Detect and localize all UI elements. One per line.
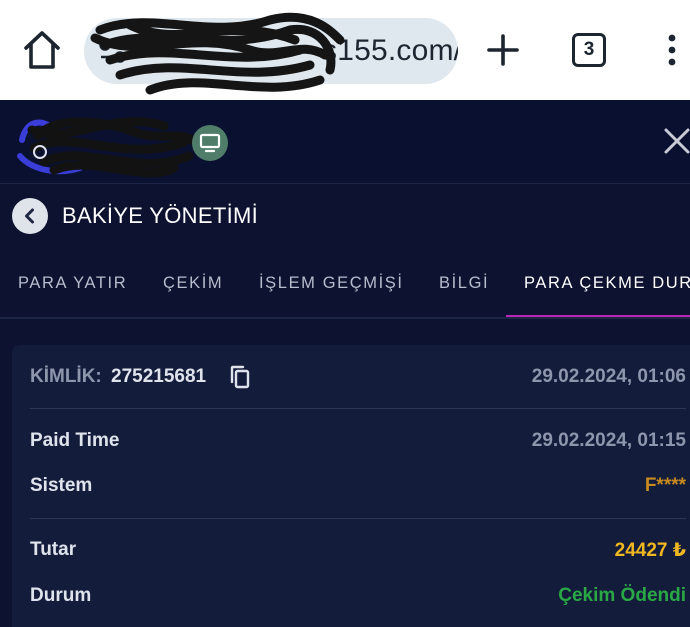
active-tab-indicator [506,315,690,317]
system-label: Sistem [30,475,93,496]
divider [30,408,686,409]
copy-icon[interactable] [230,365,250,389]
close-icon[interactable] [660,124,690,158]
address-bar[interactable]: s155.com/tı [84,18,458,84]
tab-count: 3 [583,39,595,60]
tab-deposit[interactable]: PARA YATIR [18,274,127,293]
url-text: s155.com/tı [322,34,458,67]
site-logo-redacted [17,117,204,178]
tab-withdrawal-status[interactable]: PARA ÇEKME DURUMU [524,274,690,293]
browser-toolbar: s155.com/tı 3 [0,0,690,100]
tv-icon[interactable] [192,125,228,161]
home-icon[interactable] [22,28,62,72]
tab-transaction-history[interactable]: İŞLEM GEÇMİŞİ [259,274,404,293]
id-value: 275215681 [111,366,207,387]
id-label: KİMLİK: [30,366,102,387]
amount-label: Tutar [30,539,77,560]
created-date: 29.02.2024, 01:06 [531,366,686,387]
status-value: Çekim Ödendi [558,585,686,606]
new-tab-icon[interactable] [486,33,520,67]
page-title: BAKİYE YÖNETİMİ [62,203,259,228]
back-button[interactable] [12,198,48,234]
paid-time-label: Paid Time [30,430,120,451]
site-header [0,100,690,184]
more-options-icon[interactable] [664,34,680,66]
amount-value: 24427 ₺ [614,540,686,561]
tab-switcher-button[interactable]: 3 [572,33,606,67]
chevron-left-icon [25,208,34,224]
tab-withdraw[interactable]: ÇEKİM [163,274,223,293]
site-settings-icon[interactable] [98,38,128,64]
system-value: F**** [644,475,686,496]
divider [30,518,686,519]
tab-bar: PARA YATIR ÇEKİM İŞLEM GEÇMİŞİ BİLGİ PAR… [0,249,690,319]
status-label: Durum [30,585,92,606]
paid-time-value: 29.02.2024, 01:15 [531,430,686,451]
tab-info[interactable]: BİLGİ [439,274,489,293]
